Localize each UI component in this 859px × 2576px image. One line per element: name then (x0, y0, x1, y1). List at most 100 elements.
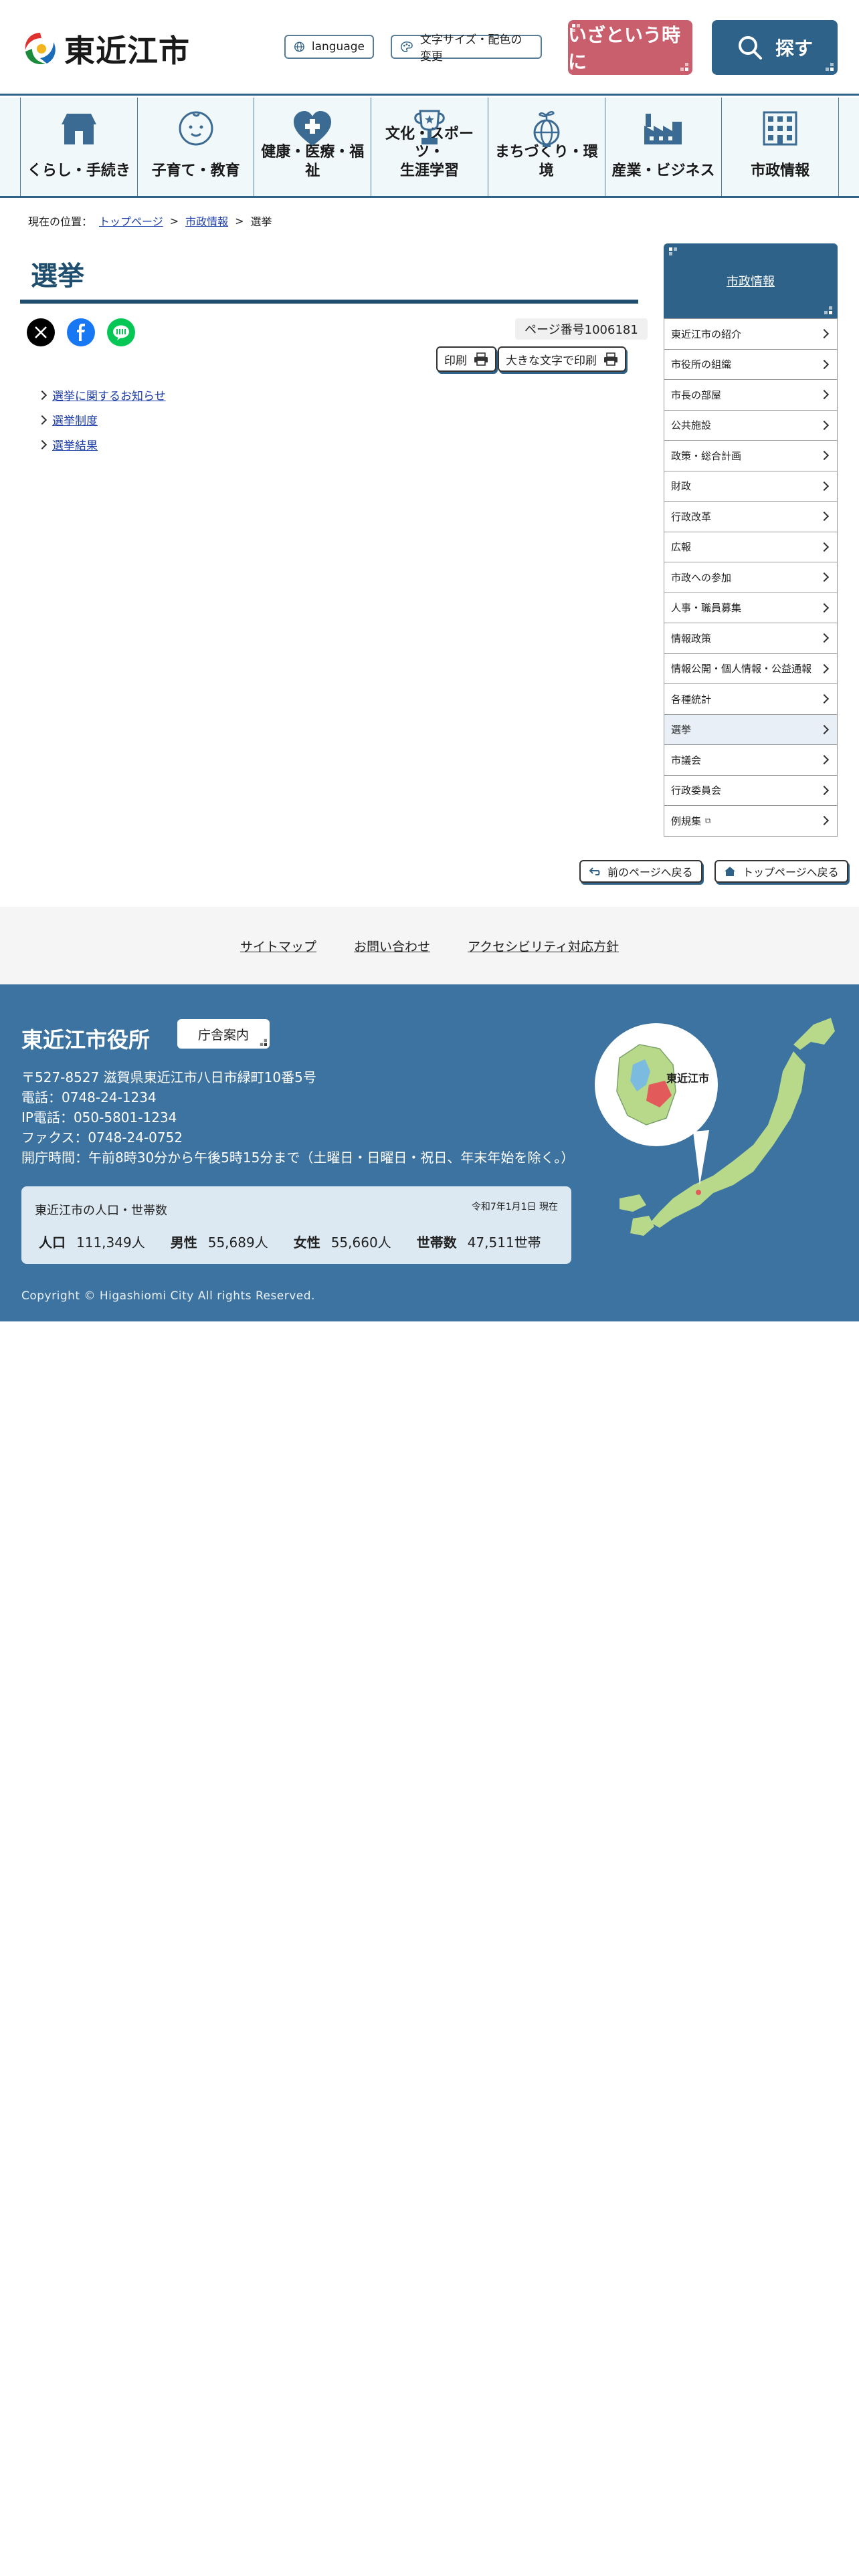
side-nav-item[interactable]: 市役所の組織 (664, 348, 837, 379)
site-header: 東近江市 language 文字サイズ・配色の変更 いざという時に 探す (0, 0, 859, 96)
population-female-value: 55,660人 (330, 1235, 391, 1251)
breadcrumb-city-info-link[interactable]: 市政情報 (185, 213, 228, 229)
election-system-link[interactable]: 選挙制度 (52, 411, 98, 428)
election-notice-link[interactable]: 選挙に関するお知らせ (52, 387, 166, 403)
corner-mark-icon (680, 63, 688, 71)
side-nav-item[interactable]: 情報政策 (664, 623, 837, 653)
house-icon (61, 114, 96, 144)
chevron-right-icon (819, 603, 830, 613)
office-hours: 開庁時間：午前8時30分から午後5時15分まで（土曜日・日曜日・祝日、年末年始を… (21, 1150, 575, 1166)
side-nav-heading-link[interactable]: 市政情報 (727, 272, 775, 290)
side-nav-item-label: 情報公開・個人情報・公益通報 (671, 663, 812, 675)
gnav-item-childcare[interactable]: 子育て・教育 (137, 98, 255, 196)
office-fax: ファクス：0748-24-0752 (21, 1130, 183, 1146)
chevron-right-icon (819, 329, 830, 339)
side-nav-item[interactable]: 行政委員会 (664, 774, 837, 805)
page-title-text: 選挙 (31, 261, 84, 292)
language-button[interactable]: language (284, 35, 374, 59)
breadcrumb: 現在の位置： トップページ > 市政情報 > 選挙 (28, 213, 272, 229)
side-nav-item[interactable]: 情報公開・個人情報・公益通報 (664, 653, 837, 683)
chevron-right-icon (819, 481, 830, 491)
election-results-link[interactable]: 選挙結果 (52, 436, 98, 453)
copyright: Copyright © Higashiomi City All rights R… (21, 1289, 315, 1303)
chevron-right-icon (37, 390, 47, 400)
breadcrumb-current: 選挙 (250, 215, 272, 228)
search-icon (738, 36, 762, 60)
back-to-top-button[interactable]: トップページへ戻る (714, 860, 848, 883)
population-male-value: 55,689人 (207, 1235, 268, 1251)
households-label: 世帯数 (416, 1235, 457, 1251)
site-logo[interactable]: 東近江市 (20, 27, 190, 71)
baby-icon (179, 111, 213, 146)
population-title: 東近江市の人口・世帯数 (35, 1204, 167, 1218)
side-nav-item[interactable]: 市政への参加 (664, 562, 837, 593)
side-nav-item-label: 政策・総合計画 (671, 449, 742, 462)
gnav-label: 市政情報 (751, 162, 810, 179)
election-link-list: 選挙に関するお知らせ 選挙制度 選挙結果 (37, 383, 166, 457)
office-guide-button[interactable]: 庁舎案内 (177, 1019, 270, 1049)
share-x-button[interactable] (27, 318, 55, 346)
gnav-item-environment[interactable]: まちづくり・環境 (488, 98, 605, 196)
breadcrumb-top-link[interactable]: トップページ (99, 213, 163, 229)
printer-icon (474, 352, 488, 366)
list-item: 選挙制度 (37, 407, 166, 432)
side-nav-item[interactable]: 各種統計 (664, 683, 837, 714)
side-nav-item[interactable]: 例規集 ⧉ (664, 805, 837, 836)
search-button[interactable]: 探す (712, 20, 838, 75)
gnav-item-culture[interactable]: 文化・スポーツ・ 生涯学習 (371, 98, 488, 196)
emergency-label: いざという時に (568, 24, 681, 73)
back-previous-label: 前のページへ戻る (607, 866, 693, 879)
share-line-button[interactable] (107, 318, 135, 346)
chevron-right-icon (819, 633, 830, 643)
side-nav-list: 東近江市の紹介 市役所の組織 市長の部屋公共施設政策・総合計画財政 行政改革広報市政へ… (664, 318, 838, 837)
trophy-icon (414, 110, 445, 144)
corner-mark-icon (669, 247, 677, 255)
list-item: 選挙に関するお知らせ (37, 383, 166, 407)
gnav-label: くらし・手続き (27, 162, 130, 179)
side-nav-item[interactable]: 公共施設 (664, 409, 837, 440)
site-footer: 東近江市役所 庁舎案内 〒527-8527 滋賀県東近江市八日市緑町10番5号 … (0, 984, 859, 1321)
share-facebook-button[interactable] (67, 318, 95, 346)
heart-plus-icon (294, 111, 332, 146)
corner-mark-icon (826, 63, 834, 71)
side-nav-item[interactable]: 市議会 (664, 744, 837, 775)
gnav-item-industry[interactable]: 産業・ビジネス (605, 98, 723, 196)
side-nav-item[interactable]: 人事・職員募集 (664, 592, 837, 623)
side-nav-item[interactable]: 広報 (664, 531, 837, 562)
map-city-label: 東近江市 (666, 1072, 709, 1085)
accessibility-link[interactable]: アクセシビリティ対応方針 (468, 937, 619, 955)
sitemap-link[interactable]: サイトマップ (240, 937, 316, 955)
gnav-item-living[interactable]: くらし・手続き (20, 98, 138, 196)
font-color-settings-button[interactable]: 文字サイズ・配色の変更 (391, 33, 542, 64)
gnav-item-city-info[interactable]: 市政情報 (722, 98, 840, 196)
office-ip-tel: IP電話：050-5801-1234 (21, 1109, 177, 1125)
site-name: 東近江市 (64, 33, 190, 69)
side-nav-item-label: 情報政策 (671, 632, 712, 645)
side-nav-item[interactable]: 行政改革 (664, 501, 837, 532)
side-nav-item[interactable]: 市長の部屋 (664, 379, 837, 410)
corner-mark-icon (260, 1039, 267, 1046)
side-nav-item-label: 公共施設 (671, 419, 712, 432)
side-nav-item-label: 市政への参加 (671, 571, 732, 584)
home-icon (725, 867, 735, 876)
contact-link[interactable]: お問い合わせ (354, 937, 430, 955)
page-number: ページ番号1006181 (515, 318, 648, 340)
side-nav-item-label: 広報 (671, 541, 692, 554)
chevron-right-icon (37, 439, 47, 449)
return-arrow-icon (589, 867, 600, 875)
side-nav-item[interactable]: 選挙 (664, 714, 837, 744)
chevron-right-icon (819, 542, 830, 552)
side-nav: 市政情報 東近江市の紹介 市役所の組織 市長の部屋公共施設政策・総合計画財政 行政改革… (664, 243, 838, 837)
print-button[interactable]: 印刷 (436, 346, 496, 372)
city-emblem-icon (25, 33, 56, 65)
emergency-button[interactable]: いざという時に (568, 20, 692, 75)
chevron-right-icon (819, 359, 830, 369)
side-nav-item[interactable]: 財政 (664, 470, 837, 501)
side-nav-item[interactable]: 政策・総合計画 (664, 440, 837, 471)
population-date: 令和7年1月1日 現在 (471, 1202, 558, 1212)
side-nav-item[interactable]: 東近江市の紹介 (664, 318, 837, 349)
print-large-text-button[interactable]: 大きな文字で印刷 (498, 346, 626, 372)
corner-mark-icon (824, 306, 832, 314)
gnav-item-health[interactable]: 健康・医療・福祉 (254, 98, 372, 196)
back-to-previous-button[interactable]: 前のページへ戻る (579, 860, 702, 883)
